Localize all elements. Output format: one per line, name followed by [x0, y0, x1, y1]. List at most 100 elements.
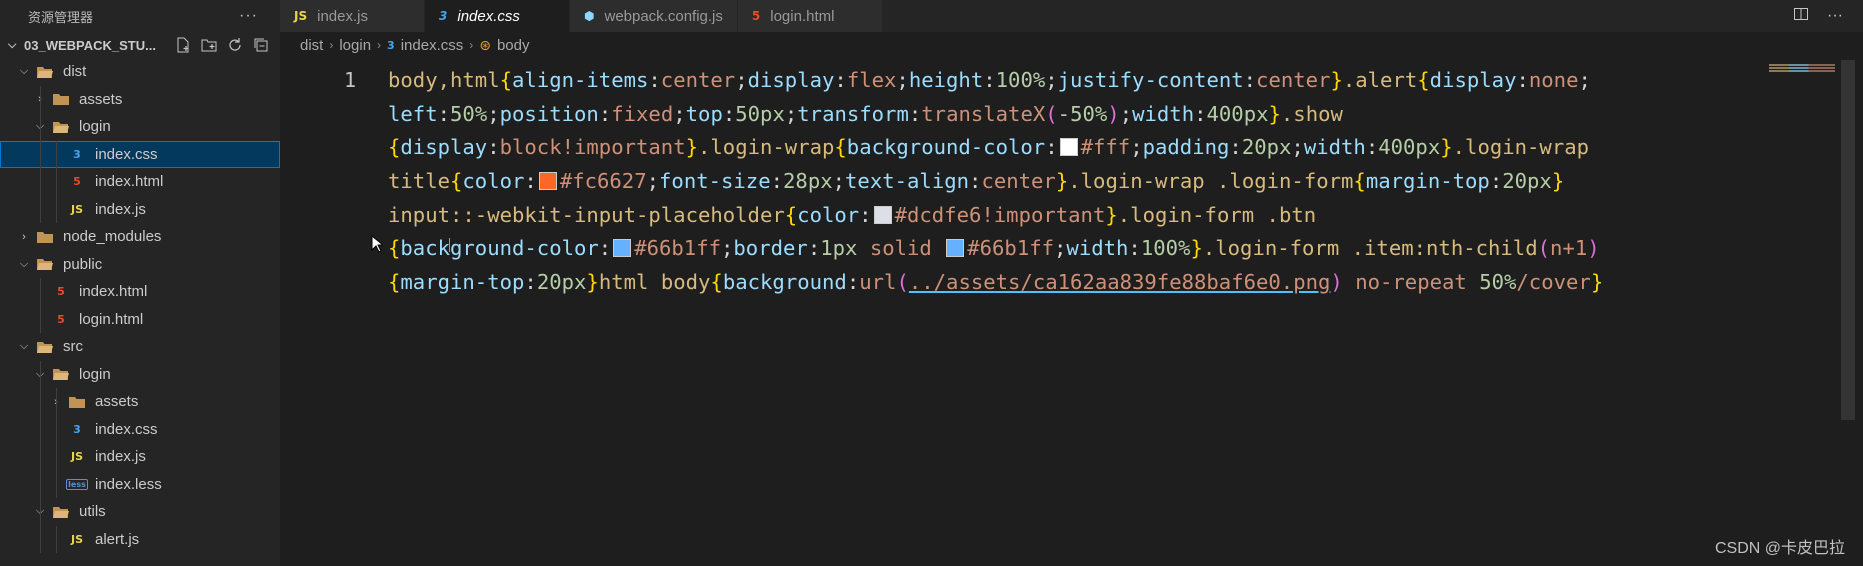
code-token: width — [1066, 236, 1129, 261]
tree-item[interactable]: › node_modules — [0, 223, 280, 251]
new-file-icon[interactable] — [174, 36, 192, 54]
code-line[interactable]: {display:block!important}.login-wrap{bac… — [388, 131, 1839, 165]
code-token: ) — [1107, 101, 1120, 126]
tab-index-css[interactable]: 3 index.css — [425, 0, 570, 32]
tree-item-label: login — [79, 118, 111, 136]
tree-item-label: login.html — [79, 310, 144, 328]
color-swatch[interactable] — [946, 239, 965, 258]
code-token: : — [524, 169, 537, 194]
code-line[interactable]: body,html{align-items:center;display:fle… — [388, 64, 1839, 98]
breadcrumb-item-symbol[interactable]: body — [497, 37, 530, 54]
code-token: 50% — [450, 101, 488, 126]
project-root[interactable]: ⌵ 03_WEBPACK_STU... — [0, 32, 280, 58]
split-editor-icon[interactable] — [1793, 6, 1809, 27]
tree-item[interactable]: ⌵utils — [0, 498, 280, 526]
code-line[interactable]: left:50%;position:fixed;top:50px;transfo… — [388, 98, 1839, 132]
tree-item[interactable]: ⌵ dist — [0, 58, 280, 86]
code-token: : — [722, 101, 736, 126]
code-token: { — [450, 169, 463, 194]
tree-item[interactable]: 3 index.css — [0, 415, 280, 443]
code-token: : — [983, 68, 996, 92]
folder-icon — [36, 229, 54, 245]
code-token: } — [586, 270, 599, 295]
refresh-icon[interactable] — [226, 36, 244, 54]
code-line[interactable]: {background-color: #66b1ff;border:1px sol… — [388, 232, 1839, 266]
more-actions-icon[interactable]: ··· — [1827, 7, 1843, 25]
code-token: flex — [846, 68, 897, 92]
code-token: ) — [1330, 270, 1343, 295]
explorer-sidebar: 资源管理器 ··· ⌵ 03_WEBPACK_STU... ⌵dist›asse… — [0, 0, 280, 566]
tree-item[interactable]: ⌵ public — [0, 251, 280, 279]
tab-label: index.css — [457, 7, 520, 25]
tab-login-html[interactable]: 5 login.html — [737, 0, 883, 32]
project-name: 03_WEBPACK_STU... — [24, 37, 156, 53]
code-token: ) — [1587, 236, 1600, 261]
code-token: } — [1190, 236, 1203, 261]
folder-open-icon — [52, 119, 70, 135]
color-swatch[interactable] — [1059, 138, 1078, 157]
code-token: : — [648, 68, 661, 92]
new-folder-icon[interactable] — [200, 36, 218, 54]
code-line[interactable]: {margin-top:20px}html body{background:ur… — [388, 266, 1839, 300]
code-token: ( — [1537, 236, 1551, 261]
code-editor[interactable]: 1 body,html{align-items:center;display:f… — [280, 64, 1839, 566]
tree-item[interactable]: JS index.js — [0, 195, 280, 223]
html-icon: 5 — [73, 175, 81, 189]
mouse-pointer-icon — [371, 234, 385, 258]
chevron-right-icon: › — [377, 38, 382, 52]
js-icon: JS — [70, 450, 83, 464]
code-token: { — [1353, 169, 1366, 194]
code-token: } — [1551, 169, 1565, 194]
code-token: translateX — [921, 101, 1046, 126]
code-token: font-size — [659, 169, 771, 194]
code-line[interactable]: input::-webkit-input-placeholder{color: #… — [388, 199, 1839, 233]
code-token: } — [1055, 169, 1069, 194]
tab-label: index.js — [317, 7, 368, 25]
breadcrumb: dist › login › 3 index.css › ⊛ body — [280, 32, 1863, 58]
tree-item[interactable]: JS alert.js — [0, 525, 280, 553]
tree-item[interactable]: 5 index.html — [0, 278, 280, 306]
tree-item[interactable]: ⌵ src — [0, 333, 280, 361]
code-token: ; — [721, 236, 734, 261]
code-token: 100% — [995, 68, 1046, 92]
color-swatch[interactable] — [613, 239, 632, 258]
breadcrumb-item-file[interactable]: index.css — [401, 37, 464, 54]
tree-item[interactable]: 5 index.html — [0, 168, 280, 196]
collapse-all-icon[interactable] — [252, 36, 270, 54]
tree-item[interactable]: ⌵login — [0, 360, 280, 388]
tab-webpack-config-js[interactable]: ⬢ webpack.config.js — [570, 0, 738, 32]
color-swatch[interactable] — [873, 205, 892, 224]
code-token: margin-top — [1365, 169, 1490, 194]
tree-item[interactable]: ⌵login — [0, 113, 280, 141]
code-token: input::-webkit-input-placeholder — [388, 202, 785, 227]
code-token: display — [400, 135, 488, 160]
tree-item[interactable]: ›assets — [0, 85, 280, 113]
css-icon: 3 — [73, 147, 81, 161]
code-token: #fc6627 — [559, 169, 647, 194]
tree-item[interactable]: ›assets — [0, 388, 280, 416]
minimap[interactable] — [1769, 64, 1835, 76]
code-token: ; — [1119, 101, 1133, 126]
code-token: #dcdfe6!important — [894, 202, 1106, 227]
code-content[interactable]: body,html{align-items:center;display:fle… — [388, 64, 1839, 300]
code-token: ; — [735, 68, 748, 92]
more-actions-icon[interactable]: ··· — [239, 7, 258, 25]
chevron-down-icon: ⌵ — [19, 257, 29, 270]
code-line[interactable]: title{color: #fc6627;font-size:28px;text-… — [388, 165, 1839, 199]
tree-item[interactable]: less index.less — [0, 470, 280, 498]
code-token: fixed — [611, 101, 674, 126]
breadcrumb-item-dist[interactable]: dist — [300, 37, 323, 54]
code-token: : — [1516, 68, 1529, 92]
code-token: : — [487, 135, 500, 160]
color-swatch[interactable] — [538, 172, 557, 191]
vertical-scrollbar[interactable] — [1841, 60, 1855, 420]
tree-item[interactable]: 3 index.css — [0, 140, 280, 168]
code-token: padding — [1142, 135, 1230, 160]
tab-index-js[interactable]: JS index.js — [280, 0, 425, 32]
code-token: ; — [1045, 68, 1058, 92]
tree-item[interactable]: JS index.js — [0, 443, 280, 471]
tree-item[interactable]: 5 login.html — [0, 305, 280, 333]
breadcrumb-item-login[interactable]: login — [339, 37, 371, 54]
code-token[interactable]: ../assets/ca162aa839fe88baf6e0.png — [909, 270, 1331, 294]
tab-label: webpack.config.js — [604, 7, 723, 25]
